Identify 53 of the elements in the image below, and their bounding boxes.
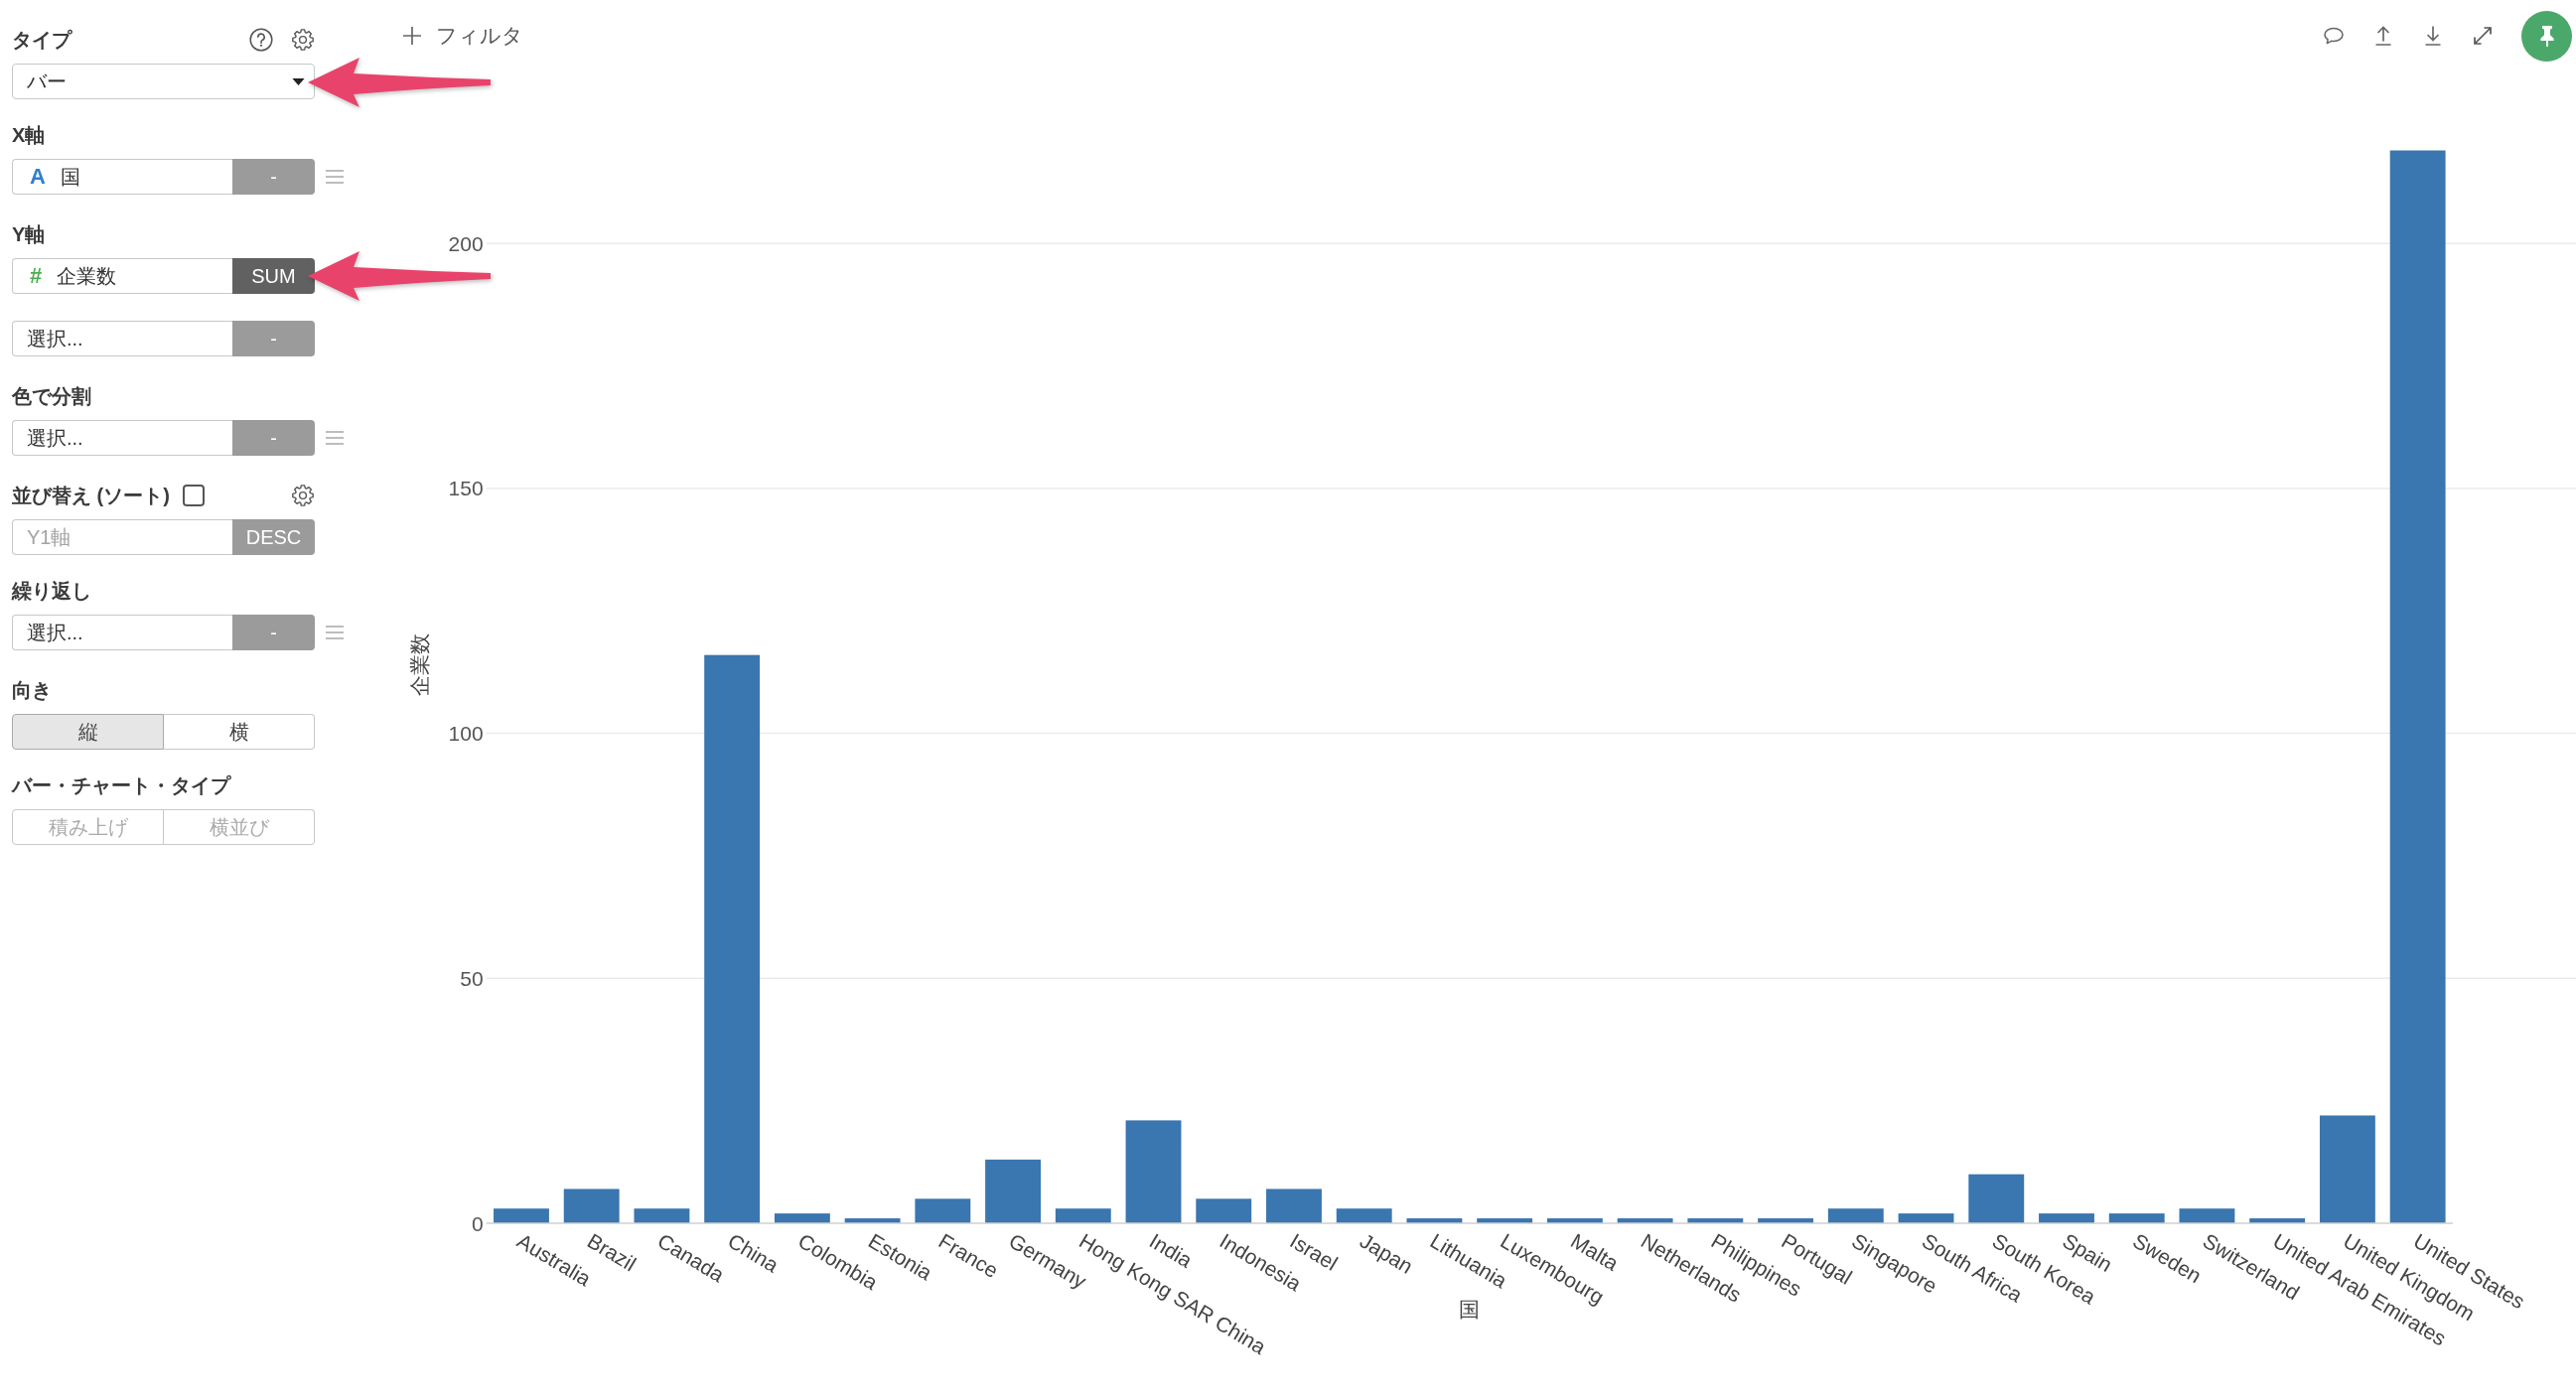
bar: [2039, 1213, 2094, 1223]
bar: [1617, 1218, 1673, 1223]
column-select[interactable]: 選択...: [12, 615, 232, 650]
axis-title: 企業数: [407, 633, 431, 696]
section-label: Y軸: [12, 222, 46, 247]
column-select[interactable]: 選択...: [12, 420, 232, 456]
chart-type-select[interactable]: バー: [12, 64, 315, 99]
bar: [1898, 1213, 1954, 1223]
section-label: X軸: [12, 123, 46, 148]
bar: [563, 1188, 620, 1223]
settings-icon[interactable]: [291, 484, 315, 507]
bar: [1968, 1174, 2025, 1223]
section-label: 向き: [12, 678, 52, 703]
bar: [2249, 1218, 2306, 1223]
bar: [1477, 1218, 1533, 1223]
plus-icon: [402, 26, 422, 46]
column-select[interactable]: # 企業数: [12, 258, 232, 294]
column-select[interactable]: 選択...: [12, 321, 232, 356]
filter-button[interactable]: フィルタ: [402, 22, 523, 50]
help-icon[interactable]: [249, 28, 273, 52]
tick-label: 150: [448, 477, 484, 500]
settings-icon[interactable]: [291, 28, 315, 52]
tick-label: 50: [460, 966, 484, 990]
tick-label: 100: [448, 722, 484, 746]
tick-label: 0: [471, 1211, 484, 1235]
pin-button[interactable]: [2521, 10, 2572, 62]
bar: [1758, 1218, 1813, 1223]
bar: [774, 1213, 830, 1223]
section-label: 並び替え (ソート): [12, 484, 170, 508]
bar: [985, 1159, 1041, 1223]
bar: [1196, 1198, 1252, 1223]
bar: [844, 1218, 901, 1223]
bar: [2108, 1213, 2165, 1223]
section-label: バー・チャート・タイプ: [12, 773, 230, 798]
bar: [915, 1198, 971, 1223]
bar: [1406, 1218, 1463, 1223]
expand-icon[interactable]: [2471, 24, 2495, 48]
bar: [1546, 1218, 1603, 1223]
bar: [1687, 1218, 1744, 1223]
type-mark: #: [30, 263, 43, 289]
column-select[interactable]: A 国: [12, 159, 232, 195]
section-label: タイプ: [12, 28, 72, 53]
type-mark: A: [30, 164, 46, 190]
segment-button[interactable]: 縦: [12, 714, 164, 750]
segment-button[interactable]: 横: [164, 714, 315, 750]
axis-title: 国: [1459, 1297, 1481, 1321]
sort-checkbox[interactable]: [182, 485, 205, 506]
caret-icon: [292, 77, 305, 85]
bar: [1266, 1188, 1322, 1223]
section-label: 繰り返し: [12, 579, 91, 604]
aggregation-button[interactable]: SUM: [232, 258, 315, 294]
section-label: 色で分割: [12, 384, 91, 409]
tick-label: 200: [448, 231, 484, 255]
